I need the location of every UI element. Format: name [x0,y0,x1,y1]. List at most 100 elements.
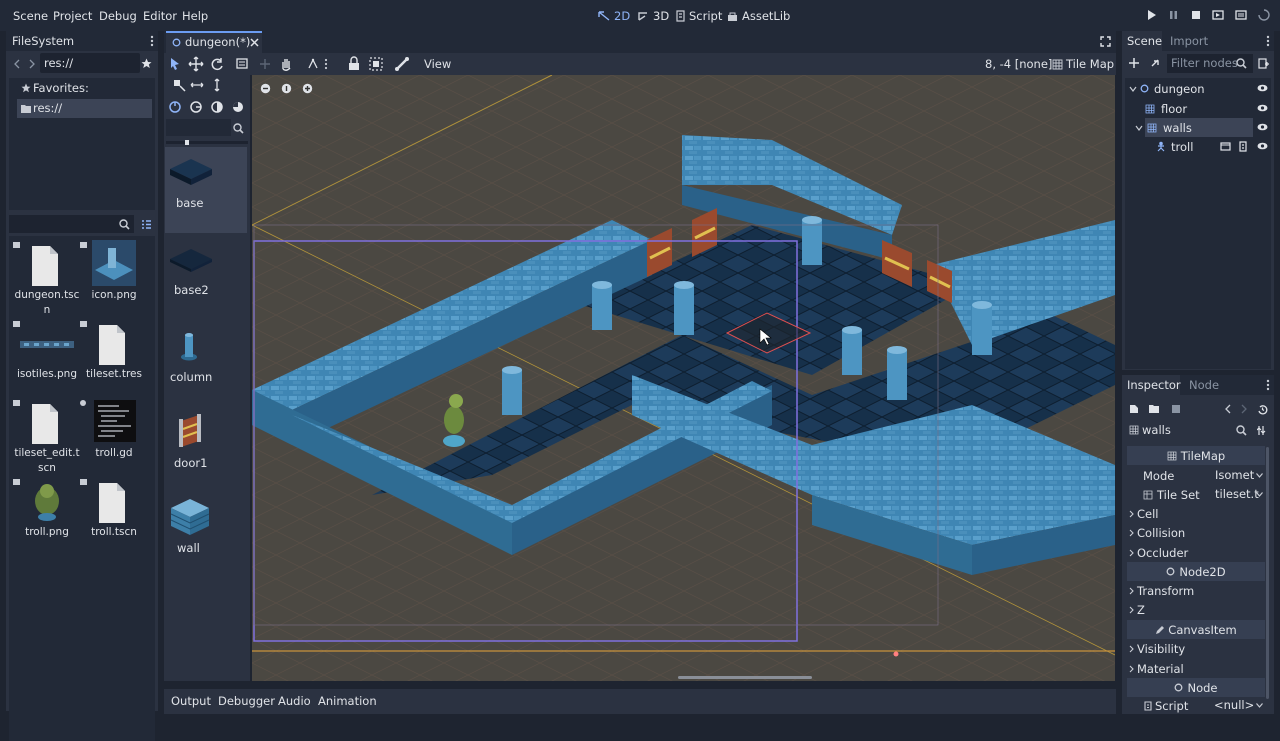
move-tool-icon[interactable] [187,55,205,73]
visibility-eye-icon[interactable] [1257,123,1268,131]
instance-scene-icon[interactable] [1150,58,1161,69]
history-forward-icon[interactable] [1240,404,1247,414]
chevron-down-icon[interactable] [1129,85,1137,93]
group-collision[interactable]: Collision [1127,523,1265,542]
paint-tile-icon[interactable] [170,76,188,94]
script-resource-picker[interactable]: <null> [1212,697,1265,714]
tree-node-troll[interactable]: troll [1125,137,1271,156]
group-z[interactable]: Z [1127,600,1265,619]
filesystem-tab[interactable]: FileSystem [12,34,74,48]
file-item[interactable]: dungeon.tscn [12,240,82,318]
play-scene-icon[interactable] [1212,9,1224,21]
open-scene-icon[interactable] [1220,141,1231,151]
file-item[interactable]: troll.png [12,477,82,540]
file-search-input[interactable] [9,215,134,233]
visibility-eye-icon[interactable] [1257,142,1268,150]
group-transform[interactable]: Transform [1127,581,1265,600]
stop-icon[interactable] [1190,9,1201,21]
bone-icon[interactable] [393,55,411,73]
section-node[interactable]: Node [1127,678,1265,697]
palette-search-icon[interactable] [233,123,244,134]
file-item[interactable]: troll.gd [79,398,149,461]
play-icon[interactable] [1146,9,1157,21]
list-select-tool-icon[interactable] [234,55,252,73]
scene-tab-dungeon[interactable]: dungeon(*) [166,31,262,53]
palette-zoom-slider[interactable] [166,140,248,145]
attach-script-icon[interactable] [1258,58,1269,69]
file-item[interactable]: troll.tscn [79,477,149,540]
section-node2d[interactable]: Node2D [1127,562,1265,581]
dock-menu-icon[interactable] [150,35,154,47]
group-visibility[interactable]: Visibility [1127,639,1265,658]
tileset-resource-picker[interactable]: tileset.t [1212,485,1265,504]
load-resource-icon[interactable] [1149,404,1160,414]
horizontal-scrollbar[interactable] [678,676,812,679]
flip-horizontal-icon[interactable] [188,76,206,94]
property-options-icon[interactable] [1257,425,1268,436]
view-menu[interactable]: View [424,57,451,71]
zoom-in-icon[interactable] [302,83,313,94]
list-view-icon[interactable] [141,219,152,230]
snap-options-icon[interactable] [322,55,340,73]
favorite-star-icon[interactable] [141,58,152,69]
palette-item-base2[interactable]: base2 [165,235,247,321]
pause-icon[interactable] [1168,9,1179,21]
flip-vertical-icon[interactable] [208,76,226,94]
section-canvasitem[interactable]: CanvasItem [1127,620,1265,639]
select-tool-icon[interactable] [166,55,184,73]
forward-arrow-icon[interactable] [28,59,36,69]
visibility-eye-icon[interactable] [1257,84,1268,92]
file-item[interactable]: icon.png [79,240,149,303]
dock-menu-icon[interactable] [1266,35,1270,47]
menu-project[interactable]: Project [53,9,92,23]
snap-icon[interactable] [304,55,322,73]
pivot-tool-icon[interactable] [256,55,274,73]
menu-scene[interactable]: Scene [13,9,48,23]
tree-node-dungeon[interactable]: dungeon [1125,79,1271,98]
zoom-out-icon[interactable] [260,83,271,94]
menu-editor[interactable]: Editor [143,9,177,23]
palette-item-base[interactable]: base [165,147,247,233]
res-root-item[interactable]: res:// [17,99,152,118]
group-material[interactable]: Material [1127,659,1265,678]
distraction-free-icon[interactable] [1100,36,1111,47]
workspace-2d-tab[interactable]: 2D [598,9,630,23]
inspector-scrollbar[interactable] [1266,447,1269,699]
node-tab[interactable]: Node [1189,378,1219,392]
workspace-assetlib-tab[interactable]: AssetLib [727,9,790,23]
file-item[interactable]: isotiles.png [12,319,82,382]
group-icon[interactable] [367,55,385,73]
play-custom-scene-icon[interactable] [1235,9,1247,21]
audio-tab[interactable]: Audio [278,694,311,708]
rotate-180-icon[interactable] [208,98,226,116]
menu-help[interactable]: Help [182,9,208,23]
new-resource-icon[interactable] [1129,404,1139,414]
path-field[interactable]: res:// [40,53,140,73]
inspector-tab[interactable]: Inspector [1122,375,1181,395]
object-history-icon[interactable] [1257,404,1268,415]
zoom-reset-icon[interactable] [281,83,292,94]
pan-tool-icon[interactable] [277,55,295,73]
search-icon[interactable] [1236,425,1247,436]
script-icon[interactable] [1238,141,1248,152]
palette-search-input[interactable] [166,119,231,136]
slider-grabber[interactable] [185,140,189,145]
menu-debug[interactable]: Debug [99,9,137,23]
group-cell[interactable]: Cell [1127,504,1265,523]
rotate-90-icon[interactable] [187,98,205,116]
close-icon[interactable] [250,38,259,47]
rotate-270-icon[interactable] [229,98,247,116]
canvas-viewport[interactable] [252,75,1115,681]
add-node-icon[interactable] [1129,58,1139,68]
scene-dock-tab[interactable]: Scene [1122,31,1162,51]
file-item[interactable]: tileset_edit.tscn [12,398,82,476]
tree-node-floor[interactable]: floor [1125,99,1271,118]
tree-node-walls[interactable]: walls [1125,118,1271,137]
rotate-0-icon[interactable] [166,98,184,116]
lock-icon[interactable] [345,55,363,73]
search-icon[interactable] [1236,58,1247,69]
workspace-script-tab[interactable]: Script [675,9,722,23]
search-icon[interactable] [119,219,130,230]
palette-item-door1[interactable]: door1 [165,407,247,493]
dock-menu-icon[interactable] [1266,379,1270,391]
